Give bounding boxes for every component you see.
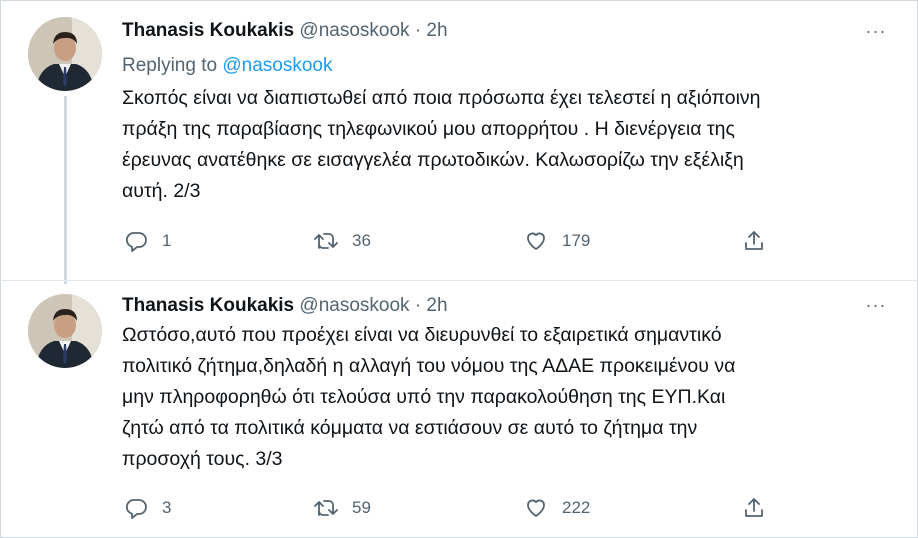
author-handle[interactable]: @nasoskook (299, 295, 409, 316)
reply-icon (118, 223, 154, 259)
reply-count: 1 (162, 231, 172, 250)
tweet-text: Ωστόσο,αυτό που προέχει είναι να διευρυν… (122, 324, 736, 470)
share-button[interactable] (736, 488, 772, 528)
tweet-3-of-3[interactable]: Thanasis Koukakis @nasoskook · 2h ··· Ωσ… (0, 281, 918, 538)
tweet-actions: 3 59 222 (108, 488, 788, 528)
reply-button[interactable]: 1 (118, 221, 171, 261)
timestamp[interactable]: 2h (426, 295, 447, 316)
tweet-header: Thanasis Koukakis @nasoskook · 2h (122, 292, 448, 320)
reply-button[interactable]: 3 (118, 488, 171, 528)
separator-dot: · (414, 20, 422, 41)
avatar[interactable] (28, 294, 102, 368)
share-button[interactable] (736, 221, 772, 261)
timestamp[interactable]: 2h (426, 20, 447, 41)
share-icon (736, 223, 772, 259)
like-button[interactable]: 179 (518, 221, 590, 261)
retweet-button[interactable]: 36 (308, 221, 371, 261)
reply-count: 3 (162, 498, 172, 517)
like-count: 222 (562, 498, 591, 517)
more-icon[interactable]: ··· (862, 17, 890, 45)
like-button[interactable]: 222 (518, 488, 590, 528)
reply-icon (118, 490, 154, 526)
retweet-icon (308, 223, 344, 259)
tweet-text: Σκοπός είναι να διαπιστωθεί από ποια πρό… (122, 87, 761, 202)
heart-icon (518, 490, 554, 526)
author-handle[interactable]: @nasoskook (299, 20, 409, 41)
replying-to-handle[interactable]: @nasoskook (222, 55, 332, 76)
retweet-count: 36 (352, 231, 371, 250)
author-name[interactable]: Thanasis Koukakis (122, 295, 294, 316)
avatar[interactable] (28, 17, 102, 91)
heart-icon (518, 223, 554, 259)
tweet-header: Thanasis Koukakis @nasoskook · 2h (122, 17, 448, 45)
like-count: 179 (562, 231, 591, 250)
share-icon (736, 490, 772, 526)
retweet-count: 59 (352, 498, 371, 517)
author-name[interactable]: Thanasis Koukakis (122, 20, 294, 41)
retweet-icon (308, 490, 344, 526)
replying-to: Replying to @nasoskook (122, 53, 332, 79)
more-icon[interactable]: ··· (862, 291, 890, 319)
thread-connector-line (64, 96, 67, 284)
tweet-actions: 1 36 179 (108, 221, 788, 261)
retweet-button[interactable]: 59 (308, 488, 371, 528)
tweet-2-of-3[interactable]: Thanasis Koukakis @nasoskook · 2h ··· Re… (0, 0, 918, 280)
separator-dot: · (414, 295, 422, 316)
replying-to-label: Replying to (122, 55, 218, 76)
